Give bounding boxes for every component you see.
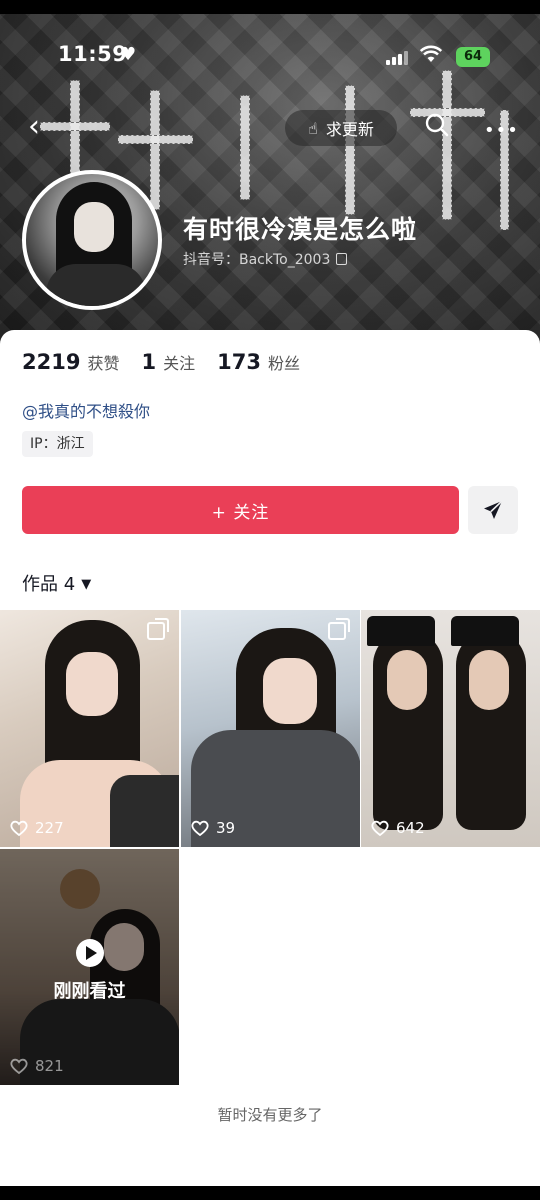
following-count[interactable]: 1 [141, 350, 156, 374]
douyin-id-text: 抖音号：BackTo_2003 [183, 252, 331, 268]
more-options-icon[interactable]: ••• [484, 120, 519, 141]
profile-nickname: 有时很冷漠是怎么啦 [183, 215, 418, 244]
figure-face-shape [263, 658, 317, 724]
work-tile[interactable]: 39 [181, 610, 360, 847]
battery-indicator: 64 [456, 47, 490, 67]
figure-face-shape [469, 650, 509, 710]
profile-stats: 2219 获赞 1 关注 173 粉丝 [22, 350, 322, 374]
like-count-value: 821 [35, 1057, 64, 1075]
avatar-body-shape [46, 264, 146, 306]
status-time: 11:59 [58, 42, 128, 66]
heart-outline-icon [10, 820, 28, 836]
wifi-icon [419, 44, 443, 68]
followers-label[interactable]: 粉丝 [268, 350, 300, 374]
like-count-value: 642 [396, 819, 425, 837]
no-more-content-text: 暂时没有更多了 [217, 1106, 323, 1124]
heart-outline-icon [10, 1058, 28, 1074]
heart-icon: ♥ [120, 44, 137, 65]
avatar[interactable] [22, 170, 162, 310]
send-message-button[interactable] [468, 486, 518, 534]
following-label[interactable]: 关注 [163, 350, 195, 374]
douyin-id[interactable]: 抖音号：BackTo_2003 [183, 249, 348, 269]
request-update-label: 求更新 [325, 120, 374, 139]
search-icon[interactable] [424, 112, 454, 142]
followers-count[interactable]: 173 [217, 350, 261, 374]
recently-watched-label: 刚刚看过 [53, 981, 126, 1002]
bio-mention-link[interactable]: @我真的不想殺你 [22, 398, 150, 422]
cap-shape [367, 616, 435, 646]
avatar-face-shape [74, 202, 114, 252]
like-count: 39 [191, 819, 235, 837]
work-tile[interactable]: 227 [0, 610, 179, 847]
work-tile[interactable]: 642 [361, 610, 540, 847]
profile-cover: 11:59 ♥ 64 ‹ ☝ 求更新 ••• 有时很冷漠是怎么啦 抖音号：Bac… [0, 0, 540, 345]
copy-icon[interactable] [336, 253, 348, 265]
profile-info-card: 2219 获赞 1 关注 173 粉丝 @我真的不想殺你 IP：浙江 + 关注 … [0, 330, 540, 1200]
figure-clothing-shape [110, 775, 179, 847]
cap-shape [451, 616, 519, 646]
request-update-button[interactable]: ☝ 求更新 [285, 110, 397, 146]
hand-pointing-icon: ☝ [308, 118, 318, 138]
paper-plane-icon [484, 500, 503, 519]
caret-down-icon: ▼ [81, 577, 92, 592]
play-icon [76, 939, 104, 967]
like-count: 821 [10, 1057, 64, 1075]
image-set-icon [147, 618, 169, 640]
cellular-signal-icon [386, 49, 408, 65]
top-nav: ‹ ☝ 求更新 ••• [0, 108, 540, 148]
bottom-black-bar [0, 1186, 540, 1200]
likes-label[interactable]: 获赞 [87, 350, 119, 374]
watched-overlay [0, 849, 179, 1085]
follow-button[interactable]: + 关注 [22, 486, 459, 534]
like-count-value: 227 [35, 819, 64, 837]
heart-outline-icon [371, 820, 389, 836]
figure-face-shape [66, 652, 118, 716]
tab-works[interactable]: 作品 4 ▼ [22, 570, 91, 596]
status-bar: 11:59 ♥ 64 [0, 40, 540, 76]
like-count: 227 [10, 819, 64, 837]
like-count: 642 [371, 819, 425, 837]
ip-location-tag: IP：浙江 [22, 431, 93, 457]
back-arrow-icon[interactable]: ‹ [28, 110, 40, 144]
top-black-bar [0, 0, 540, 14]
like-count-value: 39 [216, 819, 236, 837]
work-tile-watched[interactable]: 刚刚看过 821 [0, 849, 179, 1085]
works-tab-label: 作品 4 [22, 574, 76, 595]
likes-count[interactable]: 2219 [22, 350, 80, 374]
cover-decoration [345, 85, 355, 215]
figure-face-shape [387, 650, 427, 710]
image-set-icon [328, 618, 350, 640]
heart-outline-icon [191, 820, 209, 836]
